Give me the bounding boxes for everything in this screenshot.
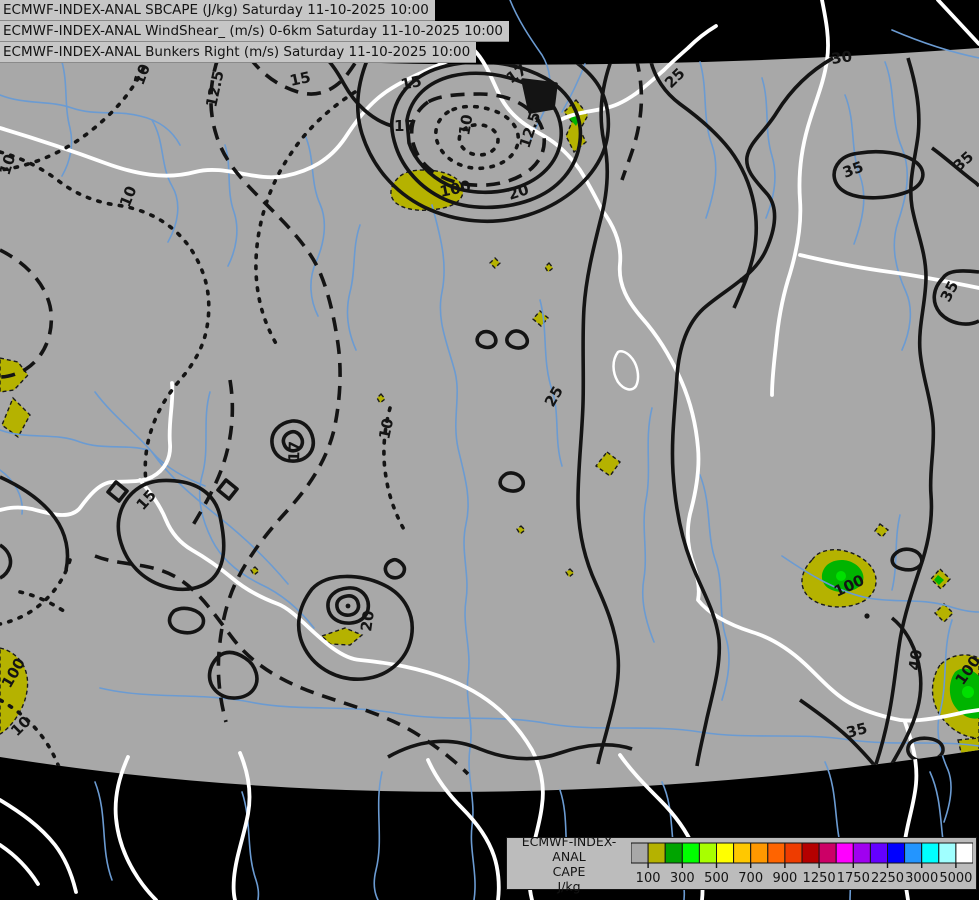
colorbar-tick-label: 900	[772, 871, 797, 886]
colorbar-cell	[681, 842, 700, 863]
colorbar-cell	[716, 842, 735, 863]
colorbar-cell	[904, 842, 923, 863]
colorbar-cell	[631, 842, 649, 863]
colorbar-cell	[852, 842, 871, 863]
colorbar-cell	[664, 842, 683, 863]
colorbar-tick-label: 500	[704, 871, 729, 886]
contour-label: 17	[394, 117, 415, 135]
legend-title-block: ECMWF-INDEX-ANAL CAPE J/kg	[507, 834, 631, 894]
colorbar-tick-label: 1750	[837, 871, 870, 886]
colorbar-tick-label: 700	[738, 871, 763, 886]
title-block: ECMWF-INDEX-ANAL SBCAPE (J/kg) Saturday …	[0, 0, 509, 63]
colorbar-cell	[869, 842, 888, 863]
map-canvas: 10 12.5 15 15171710 12.520100253035 353510101…	[0, 0, 979, 900]
title-sbcape: ECMWF-INDEX-ANAL SBCAPE (J/kg) Saturday …	[0, 0, 435, 21]
colorbar-cell	[887, 842, 906, 863]
colorbar-cell	[938, 842, 957, 863]
contour-label: 10	[455, 113, 476, 137]
contour-label: 17	[285, 441, 304, 462]
colorbar-cell	[767, 842, 786, 863]
colorbar: 100 300 500 700 900 1250 1750 2250 3000 5000	[631, 842, 973, 886]
colorbar-tick-label: 100	[636, 871, 661, 886]
title-bunkers-right: ECMWF-INDEX-ANAL Bunkers Right (m/s) Sat…	[0, 42, 477, 63]
weather-map-screen: 10 12.5 15 15 17 17 10 12.5 20 100 25 30 35 35 35 10 10 1…	[0, 0, 979, 900]
colorbar-tick-label: 1250	[803, 871, 836, 886]
colorbar-cell	[647, 842, 666, 863]
colorbar-tick-label: 2250	[871, 871, 904, 886]
model-domain	[0, 40, 979, 792]
colorbar-tick-label: 3000	[905, 871, 938, 886]
colorbar-cell	[733, 842, 752, 863]
colorbar-tick-label: 5000	[939, 871, 972, 886]
legend-box: ECMWF-INDEX-ANAL CAPE J/kg 100 300 500 700 9…	[506, 834, 977, 894]
legend-units: J/kg	[557, 878, 581, 894]
colorbar-cell	[698, 842, 718, 863]
colorbar-tick-label: 300	[670, 871, 695, 886]
colorbar-cell	[818, 842, 837, 863]
contour-label: 20	[357, 609, 378, 632]
title-windshear: ECMWF-INDEX-ANAL WindShear_ (m/s) 0-6km …	[0, 21, 509, 42]
contour-label: 40	[905, 648, 926, 671]
colorbar-cell	[784, 842, 803, 863]
legend-parameter: CAPE	[552, 863, 586, 879]
colorbar-cell	[750, 842, 769, 863]
colorbar-cell	[921, 842, 940, 863]
contour-label: 30	[830, 47, 853, 68]
colorbar-cell	[955, 842, 973, 863]
colorbar-cell	[835, 842, 854, 863]
legend-model-name: ECMWF-INDEX-ANAL	[521, 833, 617, 864]
colorbar-cell	[801, 842, 820, 863]
